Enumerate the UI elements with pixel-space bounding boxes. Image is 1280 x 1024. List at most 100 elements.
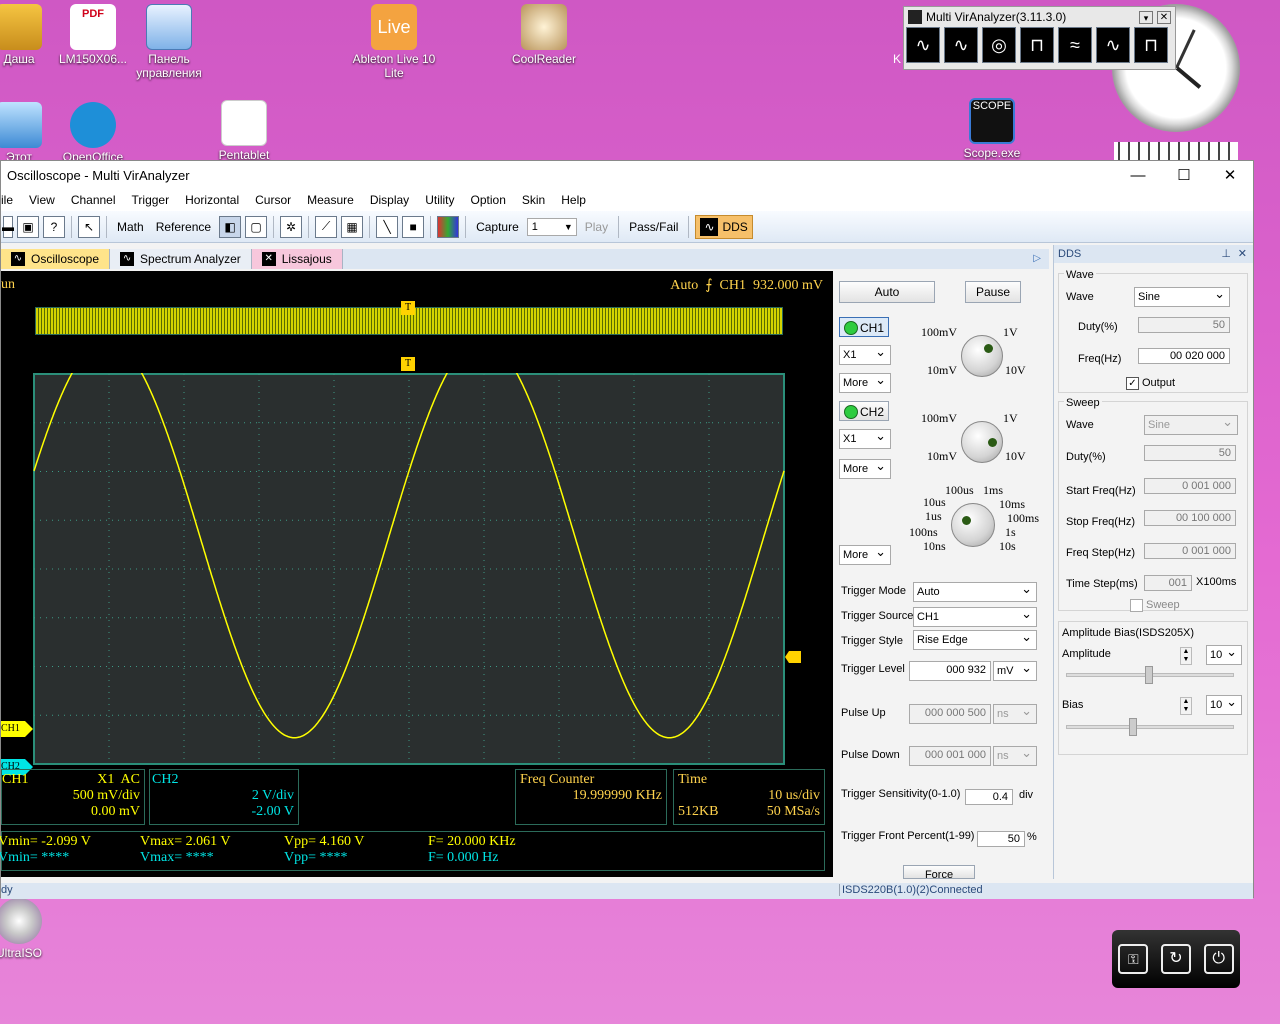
- pause-button[interactable]: Pause: [965, 281, 1021, 303]
- viranalyzer-gadget[interactable]: Multi VirAnalyzer(3.11.3.0) ▾ ✕ ∿ ∿ ◎ ⊓ …: [903, 6, 1176, 70]
- dds-button[interactable]: ∿ DDS: [695, 214, 753, 239]
- logic-mode-icon[interactable]: ⊓: [1020, 27, 1054, 63]
- ch1-more-button[interactable]: More: [839, 371, 891, 393]
- freq-step-input[interactable]: 0 001 000: [1144, 543, 1236, 559]
- auto-button[interactable]: Auto: [839, 281, 935, 303]
- bias-select[interactable]: 10: [1206, 693, 1242, 715]
- desktop-icon-scope[interactable]: SCOPE Scope.exe: [947, 98, 1037, 160]
- menu-item-skin[interactable]: Skin: [514, 193, 553, 207]
- ch2-probe-select[interactable]: X1: [839, 427, 891, 449]
- menu-item-measure[interactable]: Measure: [299, 193, 362, 207]
- menu-item-help[interactable]: Help: [553, 193, 594, 207]
- close-icon[interactable]: ✕: [1157, 10, 1171, 24]
- dds-freq-input[interactable]: 00 020 000: [1138, 348, 1230, 364]
- ch2-more-button[interactable]: More: [839, 457, 891, 479]
- bias-slider-thumb[interactable]: [1129, 718, 1137, 736]
- dds-mode-icon[interactable]: ≈: [1058, 27, 1092, 63]
- menu-item-view[interactable]: View: [21, 193, 63, 207]
- pointer-icon[interactable]: ↖: [78, 215, 100, 238]
- spectrum-mode-icon[interactable]: ∿: [944, 27, 978, 63]
- dds-close-icon[interactable]: ✕: [1238, 245, 1247, 263]
- desktop-icon-ableton[interactable]: Live Ableton Live 10 Lite: [349, 4, 439, 80]
- play-button[interactable]: Play: [581, 220, 612, 234]
- amplitude-select[interactable]: 10: [1206, 643, 1242, 665]
- trigger-sensitivity-input[interactable]: 0.4: [965, 789, 1013, 805]
- ch2-volts-knob[interactable]: [961, 421, 1003, 463]
- close-button[interactable]: ✕: [1207, 166, 1253, 184]
- pulse-up-input[interactable]: 000 000 500: [909, 704, 991, 724]
- level-marker-icon[interactable]: [785, 651, 801, 663]
- maximize-button[interactable]: ☐: [1161, 166, 1207, 184]
- desktop-icon-ultraiso[interactable]: UltraISO: [0, 898, 64, 960]
- grid-icon[interactable]: ▦: [341, 215, 364, 238]
- full-view-icon[interactable]: ▢: [245, 215, 268, 238]
- lock-button[interactable]: ⚿: [1118, 944, 1149, 974]
- trigger-front-input[interactable]: 50: [977, 831, 1025, 847]
- open-icon[interactable]: ▬: [2, 215, 14, 238]
- dds-duty-input[interactable]: 50: [1138, 317, 1230, 333]
- trigger-unit-select[interactable]: mV: [993, 659, 1037, 681]
- oscilloscope-mode-icon[interactable]: ∿: [906, 27, 940, 63]
- settings-icon[interactable]: ✲: [280, 215, 303, 238]
- split-view-icon[interactable]: ◧: [219, 215, 242, 238]
- menu-item-option[interactable]: Option: [463, 193, 514, 207]
- recorder-mode-icon[interactable]: ∿: [1096, 27, 1130, 63]
- ch1-marker[interactable]: CH1: [1, 721, 33, 737]
- trigger-level-input[interactable]: 000 932: [909, 661, 991, 681]
- pin-icon[interactable]: ⊥: [1221, 245, 1231, 263]
- tab-lissajous[interactable]: ✕ Lissajous: [251, 249, 343, 269]
- ch1-toggle[interactable]: CH1: [839, 317, 889, 337]
- math-button[interactable]: Math: [113, 220, 148, 234]
- menu-item-channel[interactable]: Channel: [63, 193, 124, 207]
- dds-wave-select[interactable]: Sine: [1134, 285, 1230, 307]
- amplitude-spinner-icon[interactable]: ▲ ▼: [1180, 647, 1192, 665]
- output-checkbox[interactable]: ✓: [1126, 377, 1139, 390]
- help-icon[interactable]: ?: [43, 215, 65, 238]
- trigger-marker-icon[interactable]: T: [401, 357, 415, 371]
- color-icon[interactable]: [437, 215, 460, 238]
- desktop-icon-openoffice[interactable]: OpenOffice: [48, 102, 138, 164]
- trigger-mode-select[interactable]: Auto: [913, 580, 1037, 602]
- tab-scroll-right-icon[interactable]: ▷: [1033, 249, 1049, 269]
- ch1-volts-knob[interactable]: [961, 335, 1003, 377]
- line-icon[interactable]: ╲: [376, 215, 399, 238]
- start-freq-input[interactable]: 0 001 000: [1144, 478, 1236, 494]
- bias-slider[interactable]: [1066, 718, 1234, 736]
- menu-item-ile[interactable]: ile: [1, 193, 21, 207]
- stop-icon[interactable]: ■: [402, 215, 425, 238]
- desktop-icon-coolreader[interactable]: CoolReader: [499, 4, 589, 66]
- gadget-menu-button[interactable]: ▾: [1139, 10, 1153, 24]
- menu-item-trigger[interactable]: Trigger: [124, 193, 178, 207]
- reference-button[interactable]: Reference: [152, 220, 215, 234]
- amplitude-slider[interactable]: [1066, 666, 1234, 684]
- generator-mode-icon[interactable]: ◎: [982, 27, 1016, 63]
- menu-item-utility[interactable]: Utility: [417, 193, 462, 207]
- trigger-style-select[interactable]: Rise Edge: [913, 628, 1037, 650]
- shutdown-button[interactable]: ⏻: [1203, 944, 1234, 974]
- pass-fail-button[interactable]: Pass/Fail: [625, 220, 682, 234]
- menu-item-cursor[interactable]: Cursor: [247, 193, 299, 207]
- sweep-checkbox[interactable]: [1130, 599, 1143, 612]
- force-button[interactable]: Force: [903, 865, 975, 879]
- pulse-mode-icon[interactable]: ⊓: [1134, 27, 1168, 63]
- pulse-up-unit-select[interactable]: ns: [993, 702, 1037, 724]
- pulse-down-input[interactable]: 000 001 000: [909, 746, 991, 766]
- tab-spectrum-analyzer[interactable]: ∿ Spectrum Analyzer: [110, 249, 252, 269]
- sweep-wave-select[interactable]: Sine: [1144, 413, 1238, 435]
- restart-button[interactable]: ↻: [1160, 944, 1191, 974]
- desktop-icon-pentablet[interactable]: Pentablet: [199, 100, 289, 162]
- menu-item-horizontal[interactable]: Horizontal: [177, 193, 247, 207]
- sweep-duty-input[interactable]: 50: [1144, 445, 1236, 461]
- desktop-icon-control-panel[interactable]: Панель управления: [124, 4, 214, 80]
- bias-spinner-icon[interactable]: ▲ ▼: [1180, 697, 1192, 715]
- tab-oscilloscope[interactable]: ∿ Oscilloscope: [1, 249, 111, 269]
- waveform-grid[interactable]: [33, 373, 785, 765]
- ch1-probe-select[interactable]: X1: [839, 343, 891, 365]
- amplitude-slider-thumb[interactable]: [1145, 666, 1153, 684]
- save-icon[interactable]: ▣: [17, 215, 39, 238]
- trigger-source-select[interactable]: CH1: [913, 605, 1037, 627]
- pulse-down-unit-select[interactable]: ns: [993, 744, 1037, 766]
- time-step-input[interactable]: 001: [1144, 575, 1192, 591]
- menu-item-display[interactable]: Display: [362, 193, 417, 207]
- time-base-knob[interactable]: [951, 503, 995, 547]
